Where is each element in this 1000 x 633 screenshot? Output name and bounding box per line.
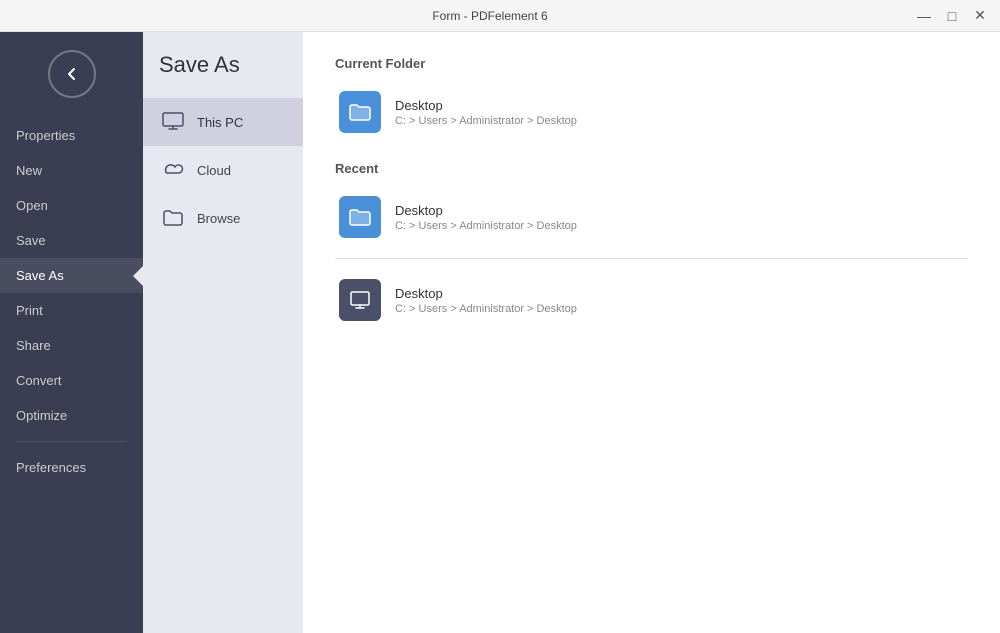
current-folder-path: C: > Users > Administrator > Desktop (395, 115, 577, 127)
panel-title: Save As (143, 52, 303, 98)
sidebar-nav: Properties New Open Save Save As Print (0, 118, 143, 633)
recent-item-0-icon (339, 196, 381, 238)
main-content: Current Folder Desktop C: > Users > Admi… (303, 32, 1000, 633)
current-folder-info: Desktop C: > Users > Administrator > Des… (395, 98, 577, 127)
recent-item-1-info: Desktop C: > Users > Administrator > Des… (395, 286, 577, 315)
title-bar: Form - PDFelement 6 — □ ✕ (0, 0, 1000, 32)
recent-item-0-info: Desktop C: > Users > Administrator > Des… (395, 203, 577, 232)
close-button[interactable]: ✕ (968, 4, 992, 28)
sidebar-item-share[interactable]: Share (0, 328, 143, 363)
sidebar-item-new[interactable]: New (0, 153, 143, 188)
current-folder-heading: Current Folder (335, 56, 968, 71)
sidebar-item-properties[interactable]: Properties (0, 118, 143, 153)
sidebar-item-convert[interactable]: Convert (0, 363, 143, 398)
current-folder-icon (339, 91, 381, 133)
current-folder-name: Desktop (395, 98, 577, 113)
recent-divider (335, 258, 968, 259)
recent-item-0-name: Desktop (395, 203, 577, 218)
window-title: Form - PDFelement 6 (68, 9, 912, 23)
cloud-icon (159, 156, 187, 184)
sidebar-item-save[interactable]: Save (0, 223, 143, 258)
minimize-button[interactable]: — (912, 4, 936, 28)
this-pc-label: This PC (197, 115, 243, 130)
sidebar-divider (16, 441, 127, 442)
browse-icon (159, 204, 187, 232)
sidebar-item-open[interactable]: Open (0, 188, 143, 223)
app-body: Properties New Open Save Save As Print (0, 32, 1000, 633)
sidebar-item-optimize[interactable]: Optimize (0, 398, 143, 433)
current-folder-item[interactable]: Desktop C: > Users > Administrator > Des… (335, 83, 968, 141)
maximize-button[interactable]: □ (940, 4, 964, 28)
sidebar-item-print[interactable]: Print (0, 293, 143, 328)
recent-item-1-path: C: > Users > Administrator > Desktop (395, 303, 577, 315)
this-pc-icon (159, 108, 187, 136)
middle-panel: Save As This PC Cloud (143, 32, 303, 633)
sidebar-item-save-as[interactable]: Save As (0, 258, 143, 293)
browse-label: Browse (197, 211, 240, 226)
recent-heading: Recent (335, 161, 968, 176)
recent-item-0-path: C: > Users > Administrator > Desktop (395, 220, 577, 232)
sidebar-item-preferences[interactable]: Preferences (0, 450, 143, 485)
app-window: Form - PDFelement 6 — □ ✕ Properties New (0, 0, 1000, 633)
back-button[interactable] (48, 50, 96, 98)
location-this-pc[interactable]: This PC (143, 98, 303, 146)
cloud-label: Cloud (197, 163, 231, 178)
location-browse[interactable]: Browse (143, 194, 303, 242)
recent-item-1[interactable]: Desktop C: > Users > Administrator > Des… (335, 271, 968, 329)
location-cloud[interactable]: Cloud (143, 146, 303, 194)
sidebar: Properties New Open Save Save As Print (0, 32, 143, 633)
recent-item-0[interactable]: Desktop C: > Users > Administrator > Des… (335, 188, 968, 246)
recent-item-1-icon (339, 279, 381, 321)
recent-item-1-name: Desktop (395, 286, 577, 301)
window-controls: — □ ✕ (912, 4, 992, 28)
